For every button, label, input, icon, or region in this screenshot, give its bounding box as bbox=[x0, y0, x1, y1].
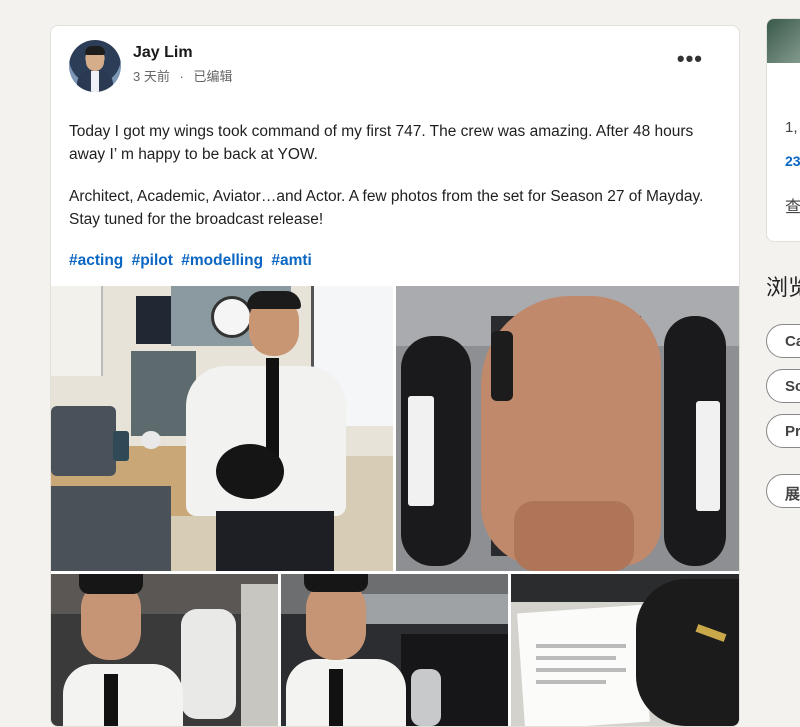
sidebar-count: 1, bbox=[785, 119, 798, 136]
topic-pill[interactable]: Ca bbox=[766, 324, 800, 358]
author-name[interactable]: Jay Lim bbox=[133, 44, 193, 62]
topic-pill-label: Sc bbox=[785, 378, 800, 395]
post-photo-call-sheet[interactable] bbox=[511, 574, 739, 726]
post-photo-throttle[interactable] bbox=[396, 286, 739, 571]
show-more-label: 展 bbox=[785, 486, 800, 503]
hashtag-link[interactable]: #pilot bbox=[132, 252, 173, 269]
hashtag-list: #acting #pilot #modelling #amti bbox=[69, 252, 316, 270]
hashtag-link[interactable]: #modelling bbox=[181, 252, 263, 269]
topic-pill-label: Ca bbox=[785, 333, 800, 350]
meta-separator: · bbox=[179, 69, 184, 84]
sidebar-view-link[interactable]: 查 bbox=[785, 193, 800, 217]
browse-heading: 浏览 bbox=[766, 275, 800, 300]
author-avatar[interactable] bbox=[69, 40, 121, 92]
hashtag-link[interactable]: #amti bbox=[271, 252, 312, 269]
topic-pill[interactable]: Pr bbox=[766, 414, 800, 448]
edited-label: 已编辑 bbox=[193, 69, 233, 84]
sidebar-card-image bbox=[767, 19, 800, 63]
hashtag-link[interactable]: #acting bbox=[69, 252, 123, 269]
more-options-icon[interactable]: ••• bbox=[677, 48, 703, 70]
sidebar-card: 1, 23 查 bbox=[766, 18, 800, 242]
post-meta: 3 天前 · 已编辑 bbox=[133, 66, 232, 85]
post-photo-pilot-office[interactable] bbox=[51, 286, 393, 571]
feed-post: Jay Lim 3 天前 · 已编辑 ••• Today I got my wi… bbox=[50, 25, 740, 727]
post-paragraph: Architect, Academic, Aviator…and Actor. … bbox=[69, 188, 704, 228]
sidebar-link[interactable]: 23 bbox=[785, 153, 800, 169]
topic-pill-label: Pr bbox=[785, 423, 800, 440]
post-photo-selfie-hangar[interactable] bbox=[51, 574, 278, 726]
post-time: 3 天前 bbox=[133, 69, 170, 84]
post-photo-selfie-studio[interactable] bbox=[281, 574, 508, 726]
post-text: Today I got my wings took command of my … bbox=[69, 120, 719, 250]
post-paragraph: Today I got my wings took command of my … bbox=[69, 123, 694, 163]
show-more-pill[interactable]: 展 bbox=[766, 474, 800, 508]
topic-pill[interactable]: Sc bbox=[766, 369, 800, 403]
